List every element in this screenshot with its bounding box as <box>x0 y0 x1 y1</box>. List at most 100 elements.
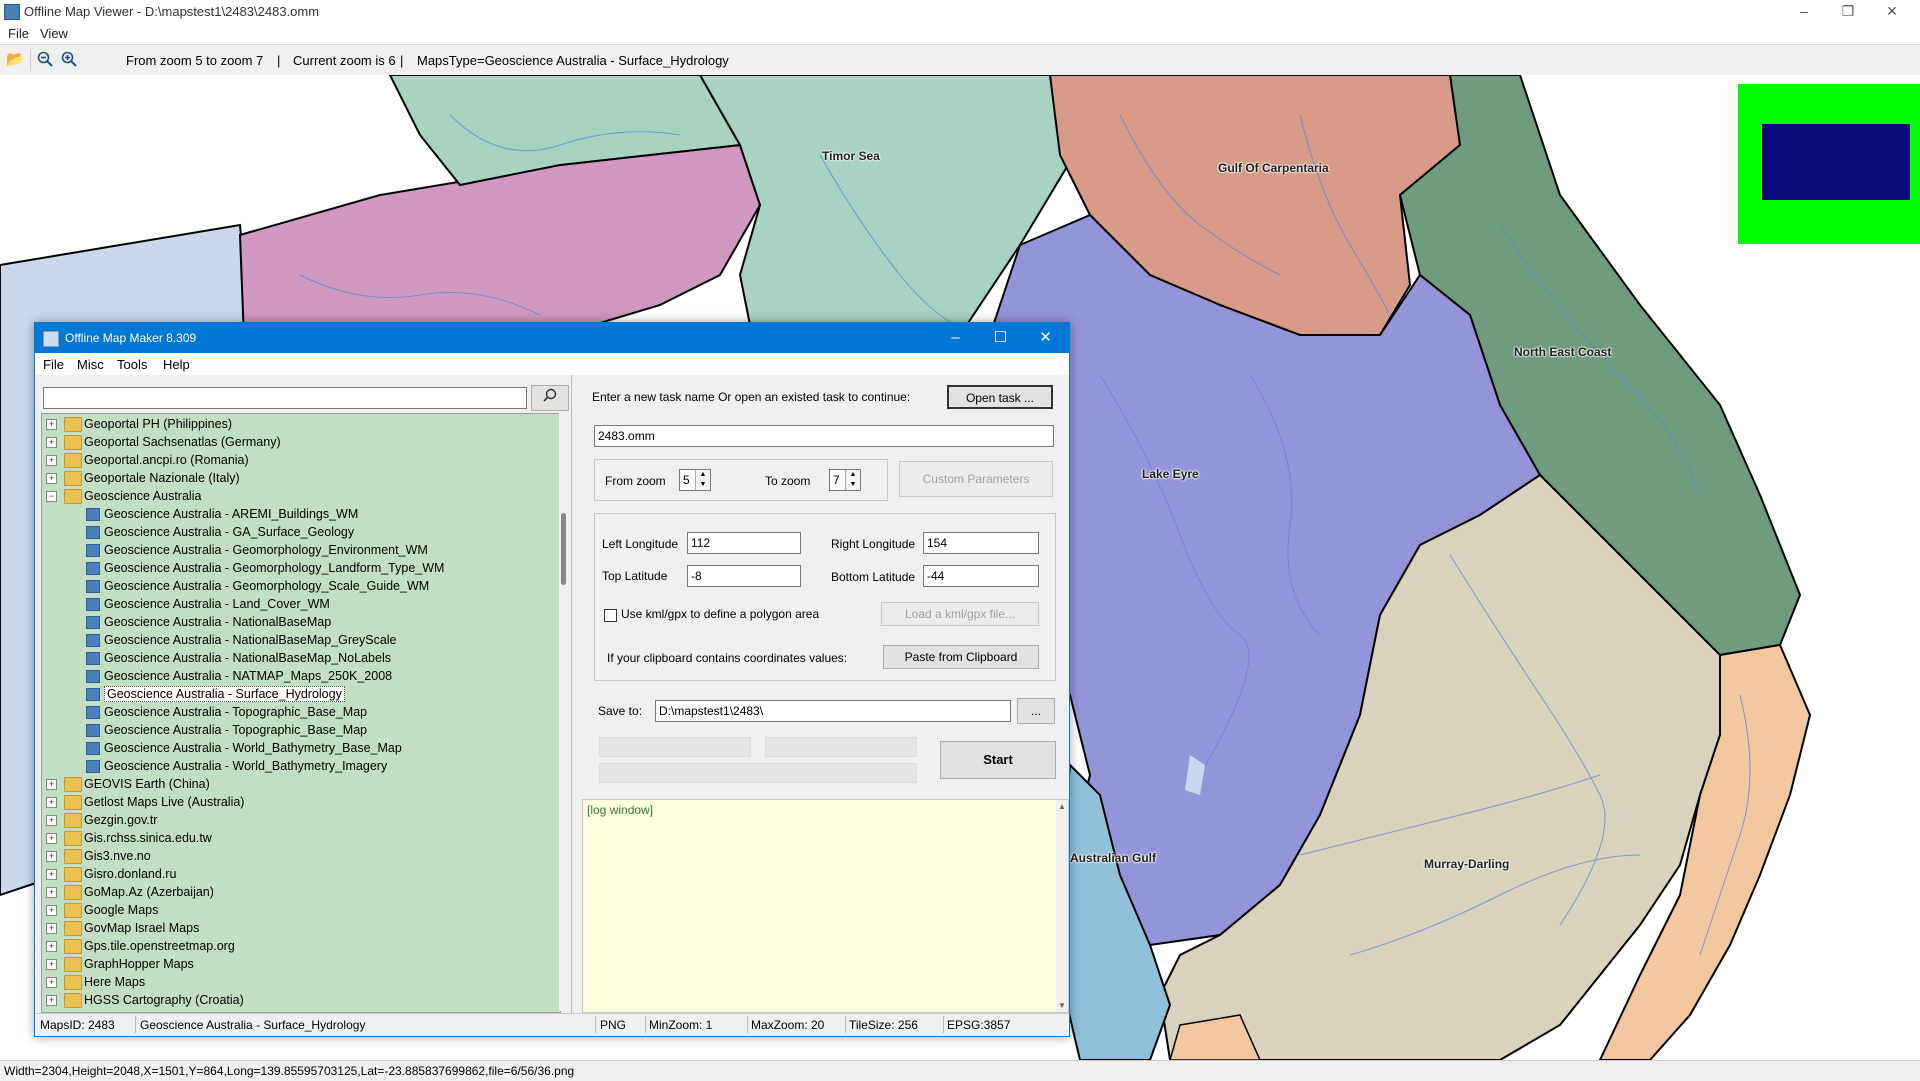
tree-scrollbar[interactable] <box>559 413 569 1011</box>
tree-folder-item[interactable]: + Gis.rchss.sinica.edu.tw <box>46 830 556 848</box>
expand-icon[interactable]: + <box>46 941 57 952</box>
tree-scrollbar-thumb[interactable] <box>561 513 566 585</box>
map-label-gulf-of-carpentaria: Gulf Of Carpentaria <box>1218 161 1329 175</box>
minimap-viewport[interactable] <box>1762 124 1910 200</box>
expand-icon[interactable]: + <box>46 959 57 970</box>
dialog-menu-tools[interactable]: Tools <box>117 357 147 372</box>
tree-folder-item[interactable]: + Gisro.donland.ru <box>46 866 556 884</box>
expand-icon[interactable]: + <box>46 779 57 790</box>
tree-folder-item[interactable]: + Gezgin.gov.tr <box>46 812 556 830</box>
expand-icon[interactable]: + <box>46 419 57 430</box>
browse-button[interactable]: ... <box>1017 698 1055 724</box>
save-path-input[interactable]: D:\mapstest1\2483\ <box>655 700 1011 722</box>
expand-icon[interactable]: + <box>46 905 57 916</box>
tree-map-item[interactable]: Geoscience Australia - Geomorphology_Sca… <box>46 578 556 596</box>
collapse-icon[interactable]: − <box>46 491 57 502</box>
tree-map-item[interactable]: Geoscience Australia - AREMI_Buildings_W… <box>46 506 556 524</box>
menu-view[interactable]: View <box>40 26 68 41</box>
tree-folder-item[interactable]: + Geoportal PH (Philippines) <box>46 416 556 434</box>
map-layer-icon <box>86 670 100 683</box>
tree-folder-item[interactable]: + Gis3.nve.no <box>46 848 556 866</box>
tree-folder-item[interactable]: + Here Maps <box>46 974 556 992</box>
tree-map-item[interactable]: Geoscience Australia - NATMAP_Maps_250K_… <box>46 668 556 686</box>
map-source-tree[interactable]: + Geoportal PH (Philippines) + Geoportal Sa… <box>41 413 561 1013</box>
tree-folder-item[interactable]: + Google Maps <box>46 902 556 920</box>
maximize-button[interactable]: ❐ <box>1826 0 1870 24</box>
expand-icon[interactable]: + <box>46 887 57 898</box>
dialog-titlebar[interactable]: Offline Map Maker 8.309 – ☐ ✕ <box>35 323 1069 353</box>
dialog-menu-help[interactable]: Help <box>163 357 190 372</box>
tree-map-item[interactable]: Geoscience Australia - NationalBaseMap_N… <box>46 650 556 668</box>
close-button[interactable]: ✕ <box>1870 0 1914 24</box>
tree-map-item[interactable]: Geoscience Australia - Geomorphology_Lan… <box>46 560 556 578</box>
zoom-out-icon[interactable] <box>36 51 54 69</box>
expand-icon[interactable]: + <box>46 437 57 448</box>
tree-map-item[interactable]: Geoscience Australia - Geomorphology_Env… <box>46 542 556 560</box>
expand-icon[interactable]: + <box>46 797 57 808</box>
expand-icon[interactable]: + <box>46 977 57 988</box>
from-zoom-spinner[interactable]: 5 ▲ ▼ <box>679 469 711 491</box>
scroll-down-icon[interactable]: ▼ <box>1058 1001 1066 1010</box>
tree-folder-item[interactable]: + Geoportal Sachsenatlas (Germany) <box>46 434 556 452</box>
tree-folder-item[interactable]: + HGSS Cartography (Croatia) <box>46 992 556 1010</box>
paste-from-clipboard-button[interactable]: Paste from Clipboard <box>883 645 1039 669</box>
open-task-button[interactable]: Open task ... <box>947 385 1053 409</box>
map-layer-icon <box>86 760 100 773</box>
task-name-input[interactable]: 2483.omm <box>594 425 1054 447</box>
expand-icon[interactable]: + <box>46 923 57 934</box>
tree-map-item[interactable]: Geoscience Australia - Topographic_Base_… <box>46 704 556 722</box>
scroll-up-icon[interactable]: ▲ <box>1058 802 1066 811</box>
left-longitude-input[interactable]: 112 <box>687 532 801 554</box>
right-longitude-input[interactable]: 154 <box>923 532 1039 554</box>
tree-map-item[interactable]: Geoscience Australia - World_Bathymetry_… <box>46 758 556 776</box>
dialog-minimize-button[interactable]: – <box>933 323 978 353</box>
menu-file[interactable]: File <box>8 26 29 41</box>
tree-folder-item[interactable]: + GraphHopper Maps <box>46 956 556 974</box>
expand-icon[interactable]: + <box>46 833 57 844</box>
dialog-maximize-button[interactable]: ☐ <box>978 323 1023 353</box>
tree-folder-item[interactable]: + GovMap Israel Maps <box>46 920 556 938</box>
kml-checkbox[interactable] <box>604 609 617 622</box>
log-scrollbar[interactable]: ▲ ▼ <box>1056 800 1068 1012</box>
log-window[interactable]: [log window] ▲ ▼ <box>582 799 1069 1013</box>
open-folder-icon[interactable]: 📂 <box>6 51 25 69</box>
tree-folder-item[interactable]: + Geoportal.ancpi.ro (Romania) <box>46 452 556 470</box>
top-latitude-input[interactable]: -8 <box>687 565 801 587</box>
expand-icon[interactable]: + <box>46 815 57 826</box>
to-zoom-updown-icon[interactable]: ▲ ▼ <box>845 470 860 490</box>
expand-icon[interactable]: + <box>46 869 57 880</box>
tree-map-item[interactable]: Geoscience Australia - NationalBaseMap_G… <box>46 632 556 650</box>
bottom-latitude-input[interactable]: -44 <box>923 565 1039 587</box>
dialog-menu-misc[interactable]: Misc <box>77 357 104 372</box>
viewer-menubar: File View <box>0 24 1920 44</box>
tree-folder-item[interactable]: + Gps.tile.openstreetmap.org <box>46 938 556 956</box>
dialog-menu-file[interactable]: File <box>43 357 64 372</box>
zoom-in-icon[interactable] <box>60 51 78 69</box>
tree-map-item[interactable]: Geoscience Australia - NationalBaseMap <box>46 614 556 632</box>
tree-folder-item[interactable]: + GEOVIS Earth (China) <box>46 776 556 794</box>
dialog-close-button[interactable]: ✕ <box>1023 323 1068 353</box>
to-zoom-spinner[interactable]: 7 ▲ ▼ <box>829 469 861 491</box>
expand-icon[interactable]: + <box>46 995 57 1006</box>
start-button[interactable]: Start <box>940 741 1056 779</box>
tree-map-item[interactable]: Geoscience Australia - Surface_Hydrology <box>46 686 556 704</box>
load-kml-button[interactable]: Load a kml/gpx file... <box>881 602 1039 626</box>
custom-parameters-button[interactable]: Custom Parameters <box>899 461 1053 497</box>
search-button[interactable] <box>531 385 569 411</box>
tree-map-item[interactable]: Geoscience Australia - World_Bathymetry_… <box>46 740 556 758</box>
tree-map-item[interactable]: Geoscience Australia - GA_Surface_Geolog… <box>46 524 556 542</box>
tree-folder-item[interactable]: − Geoscience Australia <box>46 488 556 506</box>
tree-item-label: Geoscience Australia - AREMI_Buildings_W… <box>104 507 359 521</box>
from-zoom-updown-icon[interactable]: ▲ ▼ <box>695 470 710 490</box>
expand-icon[interactable]: + <box>46 851 57 862</box>
tree-folder-item[interactable]: + Getlost Maps Live (Australia) <box>46 794 556 812</box>
tree-folder-item[interactable]: + Geoportale Nazionale (Italy) <box>46 470 556 488</box>
tree-map-item[interactable]: Geoscience Australia - Topographic_Base_… <box>46 722 556 740</box>
tree-folder-item[interactable]: + GoMap.Az (Azerbaijan) <box>46 884 556 902</box>
minimap[interactable] <box>1738 84 1920 244</box>
minimize-button[interactable]: – <box>1782 0 1826 24</box>
map-search-input[interactable] <box>43 387 527 409</box>
expand-icon[interactable]: + <box>46 455 57 466</box>
tree-map-item[interactable]: Geoscience Australia - Land_Cover_WM <box>46 596 556 614</box>
expand-icon[interactable]: + <box>46 473 57 484</box>
